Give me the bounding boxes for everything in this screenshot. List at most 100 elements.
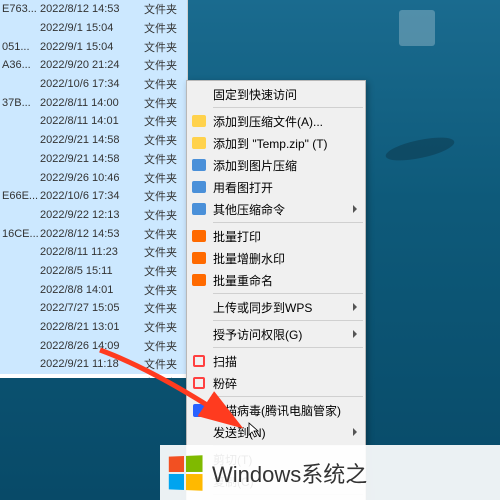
menu-item[interactable]: 添加到图片压缩 <box>187 154 365 176</box>
menu-item-label: 添加到 "Temp.zip" (T) <box>213 135 328 152</box>
menu-item-label: 其他压缩命令 <box>213 201 285 218</box>
file-row[interactable]: 2022/8/11 14:01文件夹 <box>0 112 187 131</box>
blue-icon <box>189 157 209 173</box>
menu-item[interactable]: 固定到快速访问 <box>187 83 365 105</box>
file-date: 2022/9/1 15:04 <box>38 22 142 34</box>
file-row[interactable]: 2022/8/11 11:23文件夹 <box>0 243 187 262</box>
file-type: 文件夹 <box>142 319 187 335</box>
menu-item-label: 粉碎 <box>213 375 237 392</box>
menu-separator <box>213 396 363 397</box>
menu-item-label: 授予访问权限(G) <box>213 326 302 343</box>
menu-item[interactable]: 扫描 <box>187 350 365 372</box>
file-row[interactable]: 2022/8/8 14:01文件夹 <box>0 280 187 299</box>
watermark-text: Windows系统之 <box>212 457 367 489</box>
file-date: 2022/8/8 14:01 <box>38 284 142 296</box>
file-row[interactable]: 37B...2022/8/11 14:00文件夹 <box>0 93 187 112</box>
file-date: 2022/8/11 14:01 <box>38 115 142 127</box>
menu-item[interactable]: 其他压缩命令 <box>187 198 365 220</box>
file-type: 文件夹 <box>142 170 187 186</box>
file-date: 2022/8/12 14:53 <box>38 228 142 240</box>
file-row[interactable]: 2022/7/27 15:05文件夹 <box>0 299 187 318</box>
file-name: E66E... <box>0 190 38 202</box>
menu-item-label: 上传或同步到WPS <box>213 299 312 316</box>
file-date: 2022/8/11 14:00 <box>38 97 142 109</box>
file-type: 文件夹 <box>142 76 187 92</box>
menu-item-label: 批量增删水印 <box>213 250 285 267</box>
context-menu: 固定到快速访问添加到压缩文件(A)... 添加到 "Temp.zip" (T) 添加… <box>186 80 366 500</box>
menu-item[interactable]: 上传或同步到WPS <box>187 296 365 318</box>
file-name: E763... <box>0 3 38 15</box>
file-date: 2022/9/1 15:04 <box>38 41 142 53</box>
menu-item[interactable]: 发送到(N) <box>187 421 365 443</box>
menu-item[interactable]: 扫描病毒(腾讯电脑管家) <box>187 399 365 421</box>
menu-item[interactable]: 粉碎 <box>187 372 365 394</box>
file-row[interactable]: E763...2022/8/12 14:53文件夹 <box>0 0 187 19</box>
file-date: 2022/8/12 14:53 <box>38 3 142 15</box>
orange-icon <box>189 228 209 244</box>
file-row[interactable]: 2022/8/21 13:01文件夹 <box>0 318 187 337</box>
menu-item-label: 扫描病毒(腾讯电脑管家) <box>213 402 341 419</box>
file-date: 2022/9/21 14:58 <box>38 134 142 146</box>
menu-item-label: 添加到图片压缩 <box>213 157 297 174</box>
file-type: 文件夹 <box>142 1 187 17</box>
file-type: 文件夹 <box>142 226 187 242</box>
file-date: 2022/7/27 15:05 <box>38 302 142 314</box>
file-row[interactable]: 16CE...2022/8/12 14:53文件夹 <box>0 224 187 243</box>
file-name: 051... <box>0 41 38 53</box>
menu-item-label: 添加到压缩文件(A)... <box>213 113 323 130</box>
menu-item-label: 固定到快速访问 <box>213 86 297 103</box>
file-type: 文件夹 <box>142 20 187 36</box>
file-type: 文件夹 <box>142 338 187 354</box>
file-type: 文件夹 <box>142 263 187 279</box>
file-row[interactable]: A36...2022/9/20 21:24文件夹 <box>0 56 187 75</box>
file-name: 37B... <box>0 97 38 109</box>
file-row[interactable]: 2022/9/21 14:58文件夹 <box>0 131 187 150</box>
file-row[interactable]: 2022/9/21 14:58文件夹 <box>0 150 187 169</box>
menu-item[interactable]: 用看图打开 <box>187 176 365 198</box>
menu-item[interactable]: 添加到压缩文件(A)... <box>187 110 365 132</box>
file-row[interactable]: 2022/10/6 17:34文件夹 <box>0 75 187 94</box>
red-icon <box>189 353 209 369</box>
menu-item-label: 扫描 <box>213 353 237 370</box>
file-date: 2022/9/20 21:24 <box>38 59 142 71</box>
menu-item[interactable]: 授予访问权限(G) <box>187 323 365 345</box>
file-date: 2022/8/22 11:50 <box>38 377 142 378</box>
file-date: 2022/9/26 10:46 <box>38 172 142 184</box>
file-row[interactable]: E66E...2022/10/6 17:34文件夹 <box>0 187 187 206</box>
file-type: 文件夹 <box>142 151 187 167</box>
file-row[interactable]: 2022/8/22 11:50文件夹 <box>0 374 187 378</box>
menu-separator <box>213 293 363 294</box>
bluefill-icon <box>189 402 209 418</box>
file-type: 文件夹 <box>142 244 187 260</box>
file-date: 2022/10/6 17:34 <box>38 78 142 90</box>
blue-icon <box>189 201 209 217</box>
menu-item-label: 用看图打开 <box>213 179 273 196</box>
file-row[interactable]: 2022/9/21 11:18文件夹 <box>0 355 187 374</box>
file-row[interactable]: 2022/9/26 10:46文件夹 <box>0 168 187 187</box>
menu-item[interactable]: 添加到 "Temp.zip" (T) <box>187 132 365 154</box>
file-date: 2022/8/21 13:01 <box>38 321 142 333</box>
file-row[interactable]: 051...2022/9/1 15:04文件夹 <box>0 37 187 56</box>
file-type: 文件夹 <box>142 356 187 372</box>
menu-item[interactable]: 批量重命名 <box>187 269 365 291</box>
file-type: 文件夹 <box>142 113 187 129</box>
file-row[interactable]: 2022/9/22 12:13文件夹 <box>0 206 187 225</box>
file-row[interactable]: 2022/8/26 14:09文件夹 <box>0 336 187 355</box>
desktop-icon[interactable] <box>395 10 439 49</box>
file-type: 文件夹 <box>142 57 187 73</box>
yellow-icon <box>189 135 209 151</box>
menu-item[interactable]: 批量增删水印 <box>187 247 365 269</box>
file-type: 文件夹 <box>142 300 187 316</box>
file-row[interactable]: 2022/9/1 15:04文件夹 <box>0 19 187 38</box>
orange-icon <box>189 250 209 266</box>
file-list-pane: E763...2022/8/12 14:53文件夹2022/9/1 15:04文… <box>0 0 188 378</box>
menu-separator <box>213 222 363 223</box>
menu-item[interactable]: 批量打印 <box>187 225 365 247</box>
file-date: 2022/8/11 11:23 <box>38 246 142 258</box>
windows-logo-icon <box>169 455 203 490</box>
file-row[interactable]: 2022/8/5 15:11文件夹 <box>0 262 187 281</box>
file-type: 文件夹 <box>142 95 187 111</box>
file-date: 2022/9/21 14:58 <box>38 153 142 165</box>
file-date: 2022/9/22 12:13 <box>38 209 142 221</box>
menu-item-label: 批量打印 <box>213 228 261 245</box>
